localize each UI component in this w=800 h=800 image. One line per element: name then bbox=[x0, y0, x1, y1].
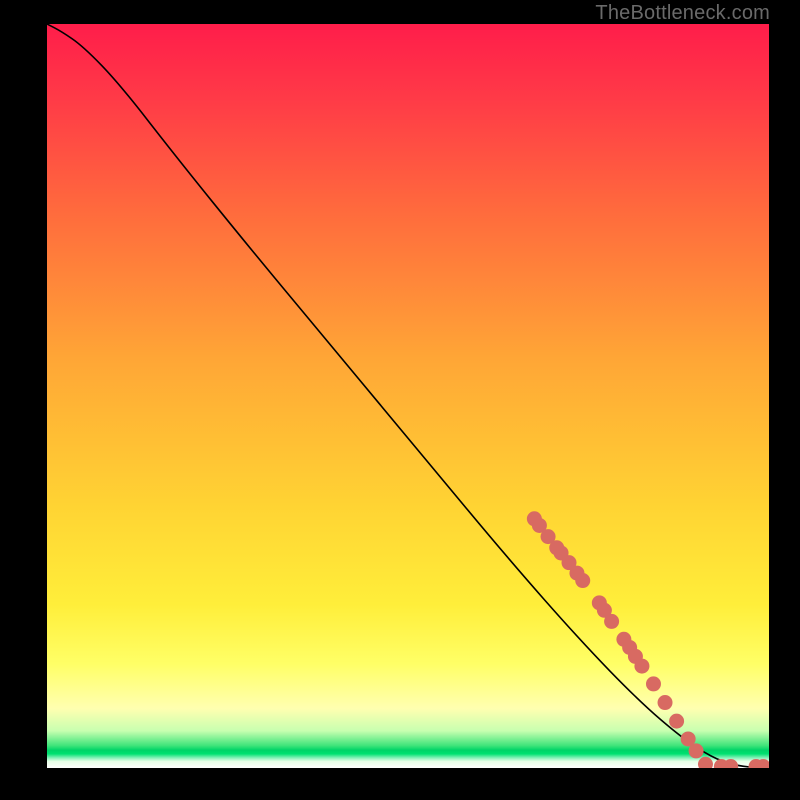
bottleneck-curve bbox=[47, 24, 769, 768]
chart-frame: TheBottleneck.com bbox=[0, 0, 800, 800]
data-marker bbox=[634, 659, 649, 674]
data-marker bbox=[698, 757, 713, 768]
data-marker bbox=[604, 614, 619, 629]
marker-group bbox=[527, 511, 769, 768]
data-marker bbox=[689, 743, 704, 758]
curve-svg bbox=[47, 24, 769, 768]
data-marker bbox=[646, 676, 661, 691]
data-marker bbox=[658, 695, 673, 710]
watermark-text: TheBottleneck.com bbox=[595, 2, 770, 25]
plot-area bbox=[47, 24, 769, 768]
data-marker bbox=[669, 714, 684, 729]
data-marker bbox=[575, 573, 590, 588]
